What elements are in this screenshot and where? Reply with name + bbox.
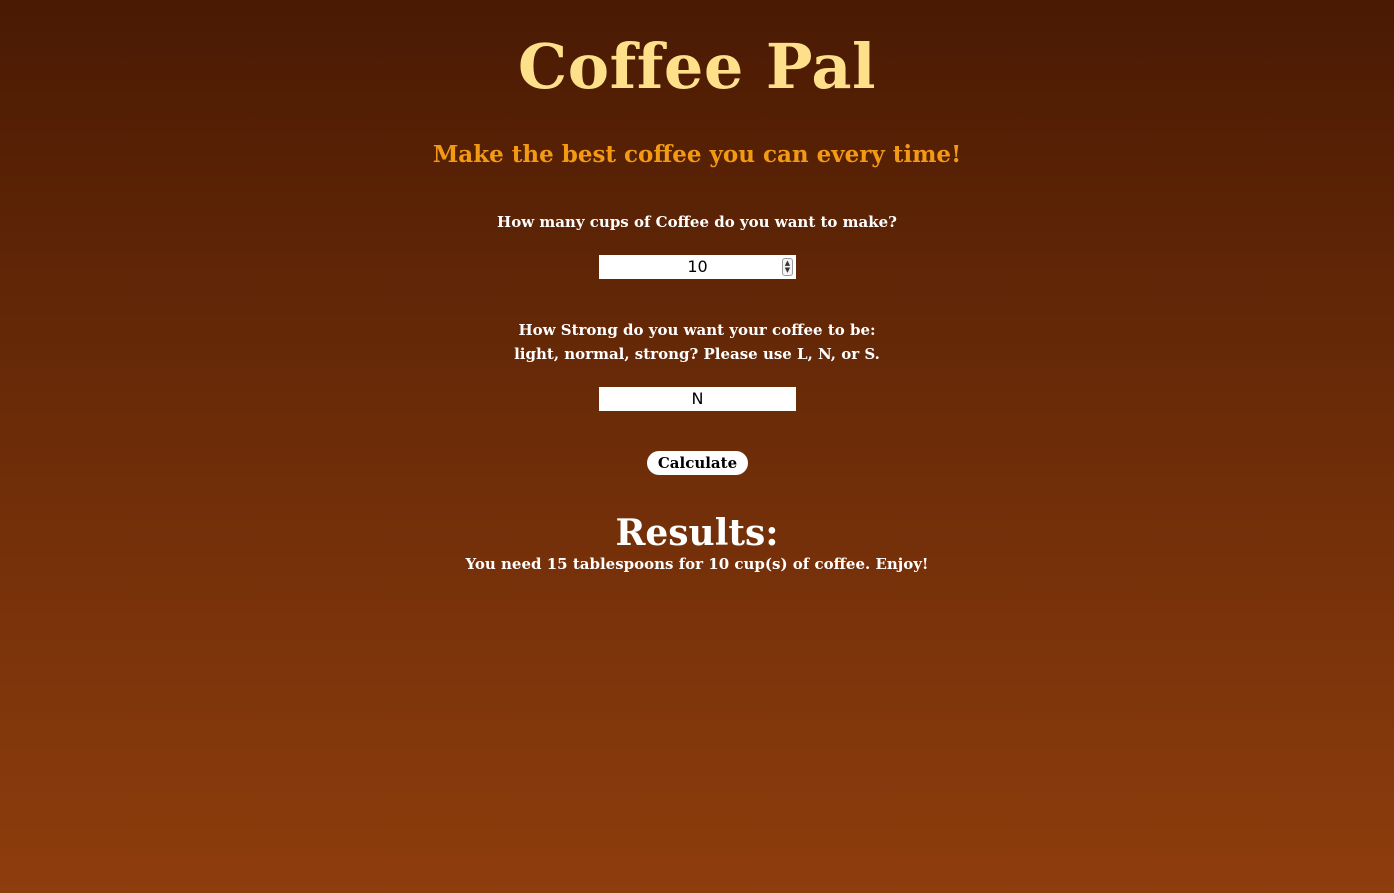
calculate-button[interactable]: Calculate [647, 451, 748, 475]
coffee-pal-page: Coffee Pal Make the best coffee you can … [0, 0, 1394, 893]
results-heading: Results: [615, 512, 779, 554]
strength-input-value: N [691, 389, 704, 408]
page-title: Coffee Pal [517, 30, 877, 103]
strength-question-line-2: light, normal, strong? Please use L, N, … [514, 345, 880, 363]
spinner-down-icon[interactable]: ▼ [784, 267, 791, 274]
page-subtitle: Make the best coffee you can every time! [432, 141, 962, 168]
results-message: You need 15 tablespoons for 10 cup(s) of… [465, 555, 929, 573]
strength-question-label: How Strong do you want your coffee to be… [0, 318, 1394, 366]
cups-spinner[interactable]: ▲ ▼ [782, 258, 793, 276]
strength-question-line-1: How Strong do you want your coffee to be… [518, 321, 876, 339]
cups-input-value: 10 [687, 257, 708, 276]
strength-text-input[interactable]: N [599, 387, 796, 411]
cups-number-input[interactable]: 10 ▲ ▼ [599, 255, 796, 279]
cups-question-label: How many cups of Coffee do you want to m… [497, 213, 897, 231]
